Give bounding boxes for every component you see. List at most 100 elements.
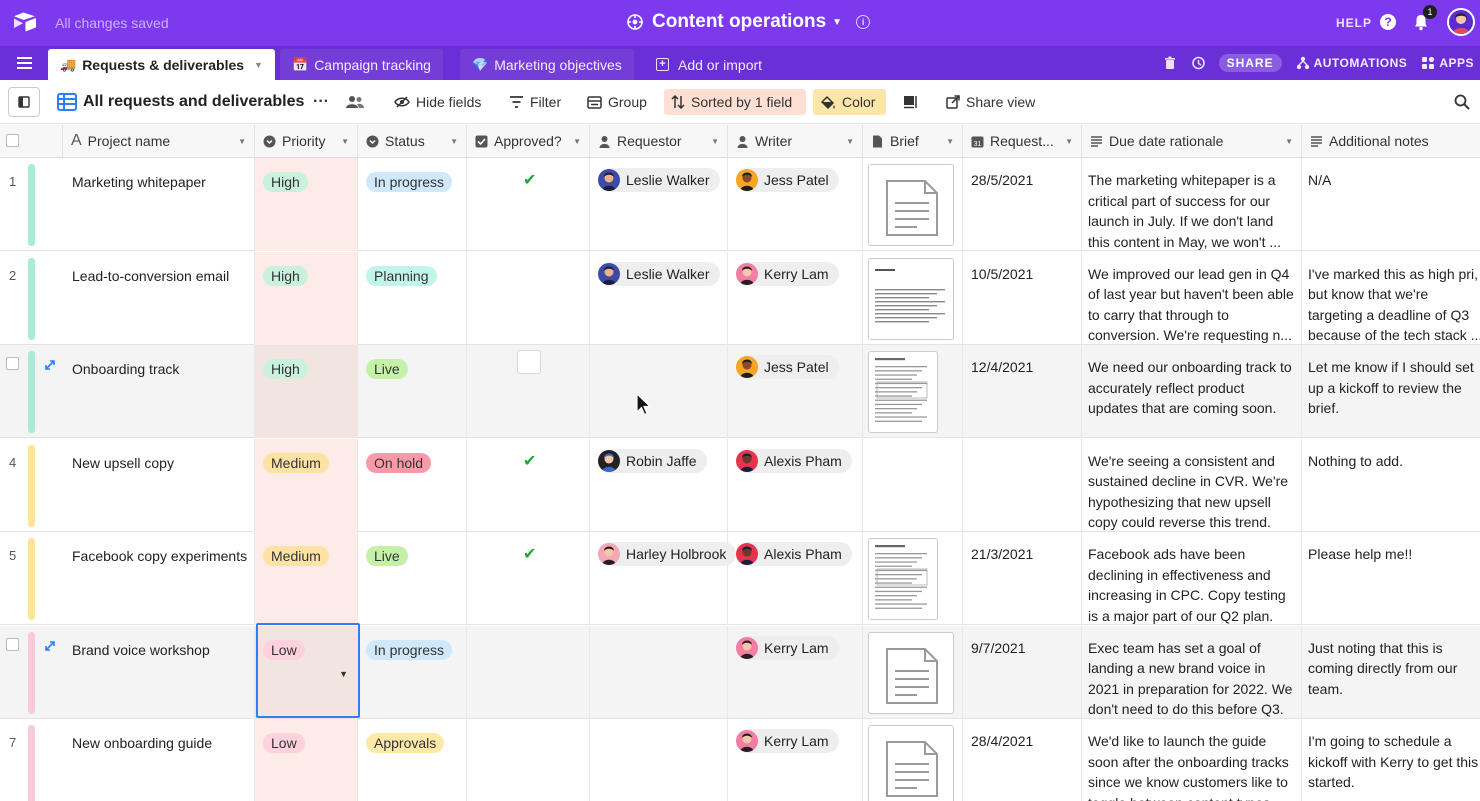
notes-cell[interactable]: Just noting that this is coming directly… [1302, 626, 1480, 719]
airtable-logo-icon[interactable] [12, 11, 38, 33]
notes-cell[interactable]: Let me know if I should set up a kickoff… [1302, 345, 1480, 438]
priority-cell[interactable]: High [255, 251, 358, 345]
rationale-cell[interactable]: Facebook ads have been declining in effe… [1082, 532, 1302, 625]
selected-cell-outline[interactable]: ▼ [256, 623, 360, 718]
column-header-priority[interactable]: Priority ▼ [255, 125, 358, 158]
chevron-down-icon[interactable]: ▼ [711, 137, 719, 146]
project-name-cell[interactable]: Brand voice workshop [63, 625, 255, 719]
approved-cell[interactable] [467, 625, 590, 719]
project-name-cell[interactable]: Onboarding track [63, 345, 255, 438]
brief-cell[interactable] [863, 345, 963, 438]
column-header-status[interactable]: Status ▼ [358, 125, 467, 158]
writer-cell[interactable]: Kerry Lam [728, 719, 863, 801]
automations-button[interactable]: AUTOMATIONS [1296, 56, 1408, 70]
rationale-cell[interactable]: We'd like to launch the guide soon after… [1082, 719, 1302, 801]
rationale-cell[interactable]: The marketing whitepaper is a critical p… [1082, 158, 1302, 251]
tab-marketing-objectives[interactable]: 💎 Marketing objectives [460, 49, 634, 80]
priority-cell[interactable]: Medium [255, 438, 358, 532]
chevron-down-icon[interactable]: ▼ [450, 137, 458, 146]
chevron-down-icon[interactable]: ▼ [254, 60, 263, 70]
requestor-cell[interactable]: Leslie Walker [590, 158, 728, 251]
search-icon[interactable] [1454, 94, 1470, 110]
request-date-cell[interactable]: 12/4/2021 [963, 345, 1082, 438]
request-date-cell[interactable] [963, 438, 1082, 532]
view-switcher[interactable]: All requests and deliverables [50, 89, 311, 115]
requestor-cell[interactable] [590, 345, 728, 438]
more-options-icon[interactable]: ··· [306, 89, 336, 115]
priority-cell[interactable]: High [255, 158, 358, 251]
requestor-cell[interactable] [590, 719, 728, 801]
project-name-cell[interactable]: Lead-to-conversion email [63, 251, 255, 345]
group-button[interactable]: Group [580, 89, 654, 115]
column-header-brief[interactable]: Brief ▼ [863, 125, 963, 158]
attachment-thumbnail[interactable] [868, 725, 954, 801]
writer-cell[interactable]: Alexis Pham [728, 438, 863, 532]
request-date-cell[interactable]: 9/7/2021 [963, 625, 1082, 719]
project-name-cell[interactable]: Marketing whitepaper [63, 158, 255, 251]
add-or-import-button[interactable]: + Add or import [644, 49, 774, 80]
table-row[interactable]: Brand voice workshop Low In progress Kerry … [0, 625, 1480, 719]
notes-cell[interactable]: Please help me!! [1302, 532, 1480, 625]
chevron-down-icon[interactable]: ▼ [846, 137, 854, 146]
writer-cell[interactable]: Jess Patel [728, 158, 863, 251]
tab-campaign-tracking[interactable]: 📅 Campaign tracking [280, 49, 443, 80]
row-height-button[interactable] [896, 89, 926, 115]
expand-record-icon[interactable] [44, 639, 56, 651]
approved-checkbox[interactable] [517, 350, 541, 374]
requestor-cell[interactable] [590, 625, 728, 719]
writer-cell[interactable]: Alexis Pham [728, 532, 863, 625]
status-cell[interactable]: Live [358, 345, 467, 438]
trash-icon[interactable] [1163, 56, 1177, 70]
rationale-cell[interactable]: We need our onboarding track to accurate… [1082, 345, 1302, 438]
attachment-thumbnail[interactable] [868, 164, 954, 246]
brief-cell[interactable] [863, 438, 963, 532]
apps-button[interactable]: APPS [1421, 56, 1474, 70]
tab-requests-deliverables[interactable]: 🚚 Requests & deliverables ▼ [48, 49, 275, 80]
status-cell[interactable]: In progress [358, 625, 467, 719]
collaborators-icon[interactable] [338, 89, 372, 115]
color-button[interactable]: Color [813, 89, 886, 115]
base-title-menu[interactable]: Content operations ▼ i [626, 11, 871, 33]
chevron-down-icon[interactable]: ▼ [339, 669, 348, 679]
brief-cell[interactable] [863, 719, 963, 801]
writer-cell[interactable]: Kerry Lam [728, 625, 863, 719]
project-name-cell[interactable]: New onboarding guide [63, 719, 255, 801]
table-row[interactable]: 2 Lead-to-conversion email High Planning Les… [0, 251, 1480, 345]
hamburger-menu-icon[interactable] [17, 57, 32, 69]
help-link[interactable]: HELP [1336, 16, 1372, 30]
column-header-request-date[interactable]: 31 Request... ▼ [963, 125, 1082, 158]
attachment-thumbnail[interactable] [868, 351, 938, 433]
chevron-down-icon[interactable]: ▼ [573, 137, 581, 146]
table-row[interactable]: 5 Facebook copy experiments Medium Live ✔ Har… [0, 532, 1480, 625]
notes-cell[interactable]: N/A [1302, 158, 1480, 251]
status-cell[interactable]: Approvals [358, 719, 467, 801]
request-date-cell[interactable]: 10/5/2021 [963, 251, 1082, 345]
notes-cell[interactable]: Nothing to add. [1302, 439, 1480, 532]
filter-button[interactable]: Filter [502, 89, 568, 115]
notes-cell[interactable]: I've marked this as high pri, but know t… [1302, 252, 1480, 345]
writer-cell[interactable]: Jess Patel [728, 345, 863, 438]
sort-button[interactable]: Sorted by 1 field [664, 89, 806, 115]
brief-cell[interactable] [863, 251, 963, 345]
priority-cell[interactable]: High [255, 345, 358, 438]
hide-fields-button[interactable]: Hide fields [387, 89, 488, 115]
request-date-cell[interactable]: 21/3/2021 [963, 532, 1082, 625]
user-avatar[interactable] [1447, 8, 1475, 36]
chevron-down-icon[interactable]: ▼ [946, 137, 954, 146]
table-row[interactable]: 1 Marketing whitepaper High In progress ✔ Les… [0, 158, 1480, 251]
project-name-cell[interactable]: Facebook copy experiments [63, 532, 255, 625]
chevron-down-icon[interactable]: ▼ [1065, 137, 1073, 146]
column-header-writer[interactable]: Writer ▼ [728, 125, 863, 158]
rationale-cell[interactable]: We improved our lead gen in Q4 of last y… [1082, 251, 1302, 345]
notes-cell[interactable]: I'm going to schedule a kickoff with Ker… [1302, 719, 1480, 801]
requestor-cell[interactable]: Leslie Walker [590, 251, 728, 345]
history-icon[interactable] [1191, 56, 1205, 70]
approved-cell[interactable] [467, 719, 590, 801]
expand-record-icon[interactable] [44, 358, 56, 370]
rationale-cell[interactable]: We're seeing a consistent and sustained … [1082, 438, 1302, 532]
share-button[interactable]: SHARE [1218, 54, 1282, 72]
row-checkbox[interactable] [6, 357, 19, 370]
column-header-requestor[interactable]: Requestor ▼ [590, 125, 728, 158]
status-cell[interactable]: Planning [358, 251, 467, 345]
table-row[interactable]: Onboarding track High Live Jess Patel 12/4/2… [0, 345, 1480, 438]
